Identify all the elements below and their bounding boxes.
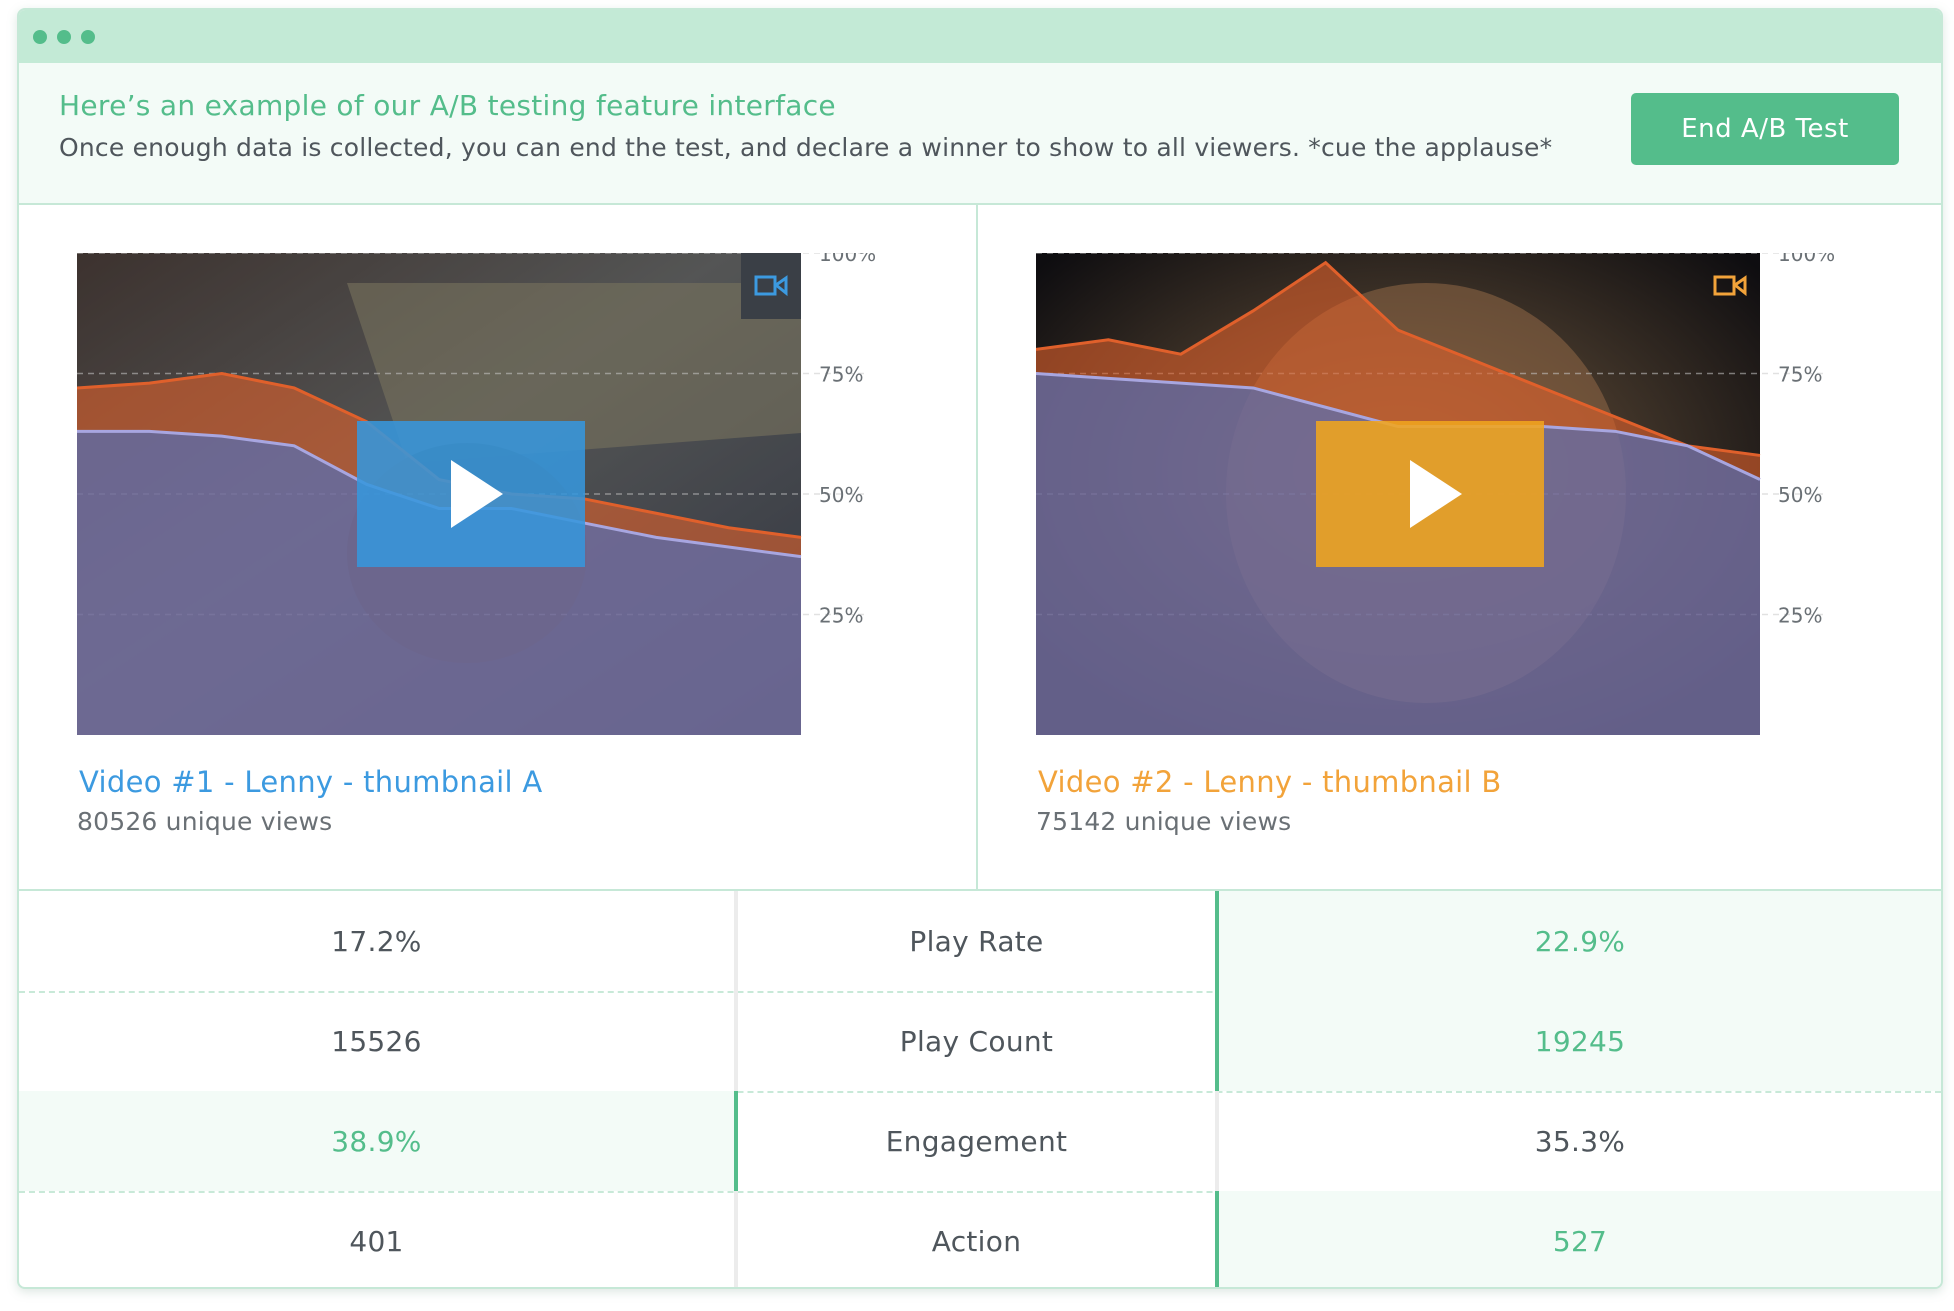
video-thumbnail-b[interactable]: 100% 75% 50% 25% [1036, 253, 1838, 735]
y-tick-label: 75% [819, 363, 863, 387]
window-chrome [19, 10, 1941, 63]
metric-value-a: 15526 [331, 1024, 422, 1058]
metrics-table: 17.2% Play Rate 22.9% 15526 Play Count 1… [19, 889, 1941, 1287]
y-tick-label: 50% [819, 483, 863, 507]
browser-window: Here’s an example of our A/B testing fea… [17, 8, 1943, 1289]
metric-row-play-count: 15526 Play Count 19245 [19, 991, 1941, 1093]
video-title-a[interactable]: Video #1 - Lenny - thumbnail A [79, 765, 543, 799]
y-tick-label: 100% [819, 253, 876, 266]
metric-row-action: 401 Action 527 [19, 1191, 1941, 1287]
video-panel-a: 100% 75% 50% 25% Video #1 - Lenny - thumbna… [19, 205, 976, 889]
play-icon [451, 460, 503, 528]
camera-icon-box [741, 253, 801, 319]
metric-value-a: 17.2% [331, 924, 422, 958]
y-tick-label: 50% [1778, 483, 1822, 507]
metric-value-a: 38.9% [19, 1091, 734, 1191]
metric-label: Play Count [899, 1024, 1054, 1058]
y-tick-label: 100% [1778, 253, 1835, 266]
end-ab-test-button[interactable]: End A/B Test [1631, 93, 1899, 165]
play-button-b[interactable] [1316, 421, 1544, 567]
metric-value-b: 19245 [1219, 991, 1941, 1091]
metric-label: Play Rate [909, 924, 1044, 958]
video-thumbnail-a[interactable]: 100% 75% 50% 25% [77, 253, 879, 735]
window-dot-icon [81, 30, 95, 44]
test-header: Here’s an example of our A/B testing fea… [19, 63, 1941, 205]
video-title-b[interactable]: Video #2 - Lenny - thumbnail B [1038, 765, 1502, 799]
y-tick-label: 25% [819, 604, 863, 628]
metric-row-play-rate: 17.2% Play Rate 22.9% [19, 891, 1941, 993]
y-tick-label: 75% [1778, 363, 1822, 387]
metric-label: Action [931, 1224, 1022, 1258]
window-dot-icon [57, 30, 71, 44]
metric-value-b: 35.3% [1534, 1124, 1626, 1158]
video-comparison: 100% 75% 50% 25% Video #1 - Lenny - thumbna… [19, 205, 1941, 889]
metric-value-b: 22.9% [1219, 891, 1941, 991]
metric-value-a: 401 [349, 1224, 404, 1258]
header-description: Once enough data is collected, you can e… [59, 133, 1553, 162]
play-button-a[interactable] [357, 421, 585, 567]
video-panel-b: 100% 75% 50% 25% Video #2 - Lenny - thumbna… [978, 205, 1935, 889]
y-tick-label: 25% [1778, 604, 1822, 628]
metric-label: Engagement [885, 1124, 1068, 1158]
video-views-a: 80526 unique views [77, 807, 333, 836]
video-views-b: 75142 unique views [1036, 807, 1292, 836]
metric-value-b: 527 [1219, 1191, 1941, 1287]
metric-row-engagement: 38.9% Engagement 35.3% [19, 1091, 1941, 1193]
window-dot-icon [33, 30, 47, 44]
header-title: Here’s an example of our A/B testing fea… [59, 89, 836, 122]
play-icon [1410, 460, 1462, 528]
